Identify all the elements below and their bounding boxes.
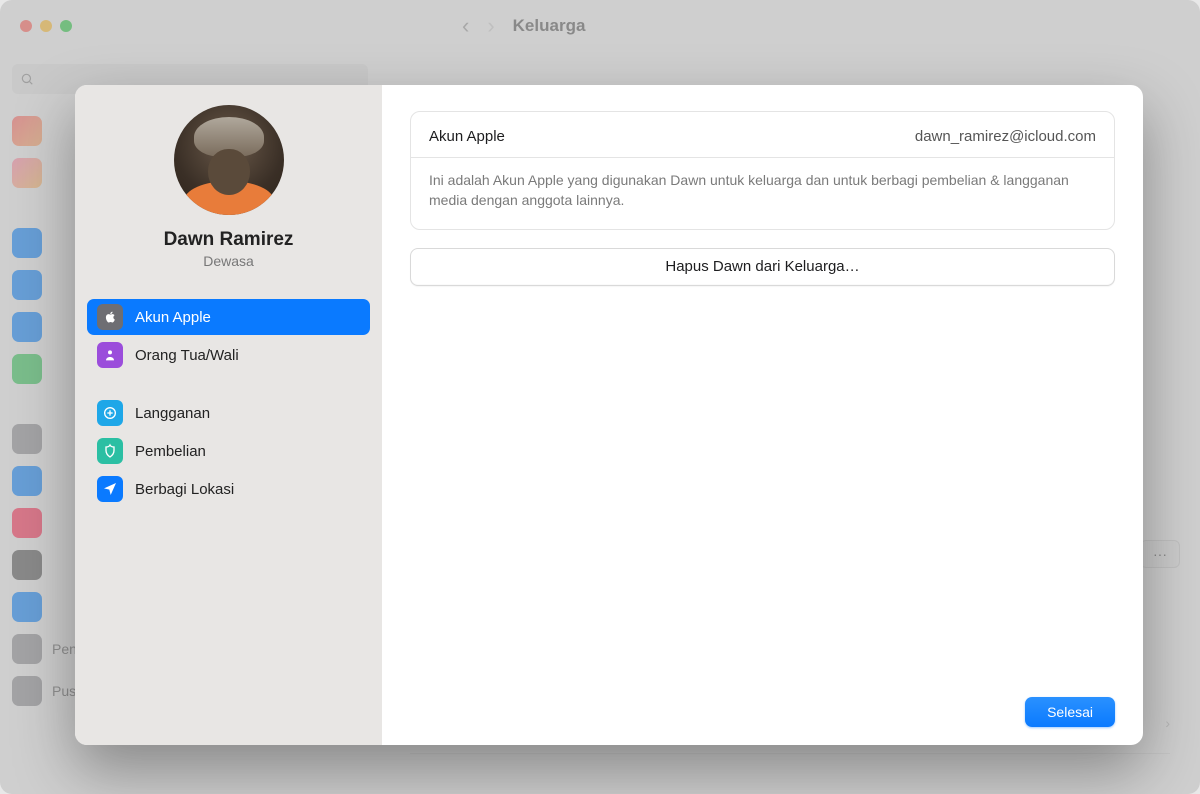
modal-main: Akun Apple dawn_ramirez@icloud.com Ini a…: [382, 85, 1143, 745]
sidebar-item-apple-account[interactable]: Akun Apple: [87, 299, 370, 335]
parent-icon: [97, 342, 123, 368]
sidebar-item-label: Langganan: [135, 405, 210, 422]
done-button[interactable]: Selesai: [1025, 697, 1115, 727]
user-role: Dewasa: [203, 253, 254, 269]
sidebar-item-purchases[interactable]: Pembelian: [87, 433, 370, 469]
user-name: Dawn Ramirez: [164, 229, 294, 251]
sidebar-item-label: Pembelian: [135, 443, 206, 460]
purchases-icon: [97, 438, 123, 464]
avatar: [174, 105, 284, 215]
sidebar-item-parent[interactable]: Orang Tua/Wali: [87, 337, 370, 373]
sidebar-item-label: Akun Apple: [135, 309, 211, 326]
apple-account-card: Akun Apple dawn_ramirez@icloud.com Ini a…: [410, 111, 1115, 230]
modal-sidebar: Dawn Ramirez Dewasa Akun Apple Orang Tua…: [75, 85, 382, 745]
sidebar-item-label: Berbagi Lokasi: [135, 481, 234, 498]
sidebar-item-share-location[interactable]: Berbagi Lokasi: [87, 471, 370, 507]
remove-from-family-button[interactable]: Hapus Dawn dari Keluarga…: [410, 248, 1115, 286]
family-member-modal: Dawn Ramirez Dewasa Akun Apple Orang Tua…: [75, 85, 1143, 745]
account-description: Ini adalah Akun Apple yang digunakan Daw…: [429, 170, 1096, 211]
divider: [411, 157, 1114, 158]
location-icon: [97, 476, 123, 502]
account-value: dawn_ramirez@icloud.com: [915, 128, 1096, 145]
sidebar-item-subscriptions[interactable]: Langganan: [87, 395, 370, 431]
apple-icon: [97, 304, 123, 330]
account-label: Akun Apple: [429, 128, 505, 145]
sidebar-item-label: Orang Tua/Wali: [135, 347, 239, 364]
subscriptions-icon: [97, 400, 123, 426]
